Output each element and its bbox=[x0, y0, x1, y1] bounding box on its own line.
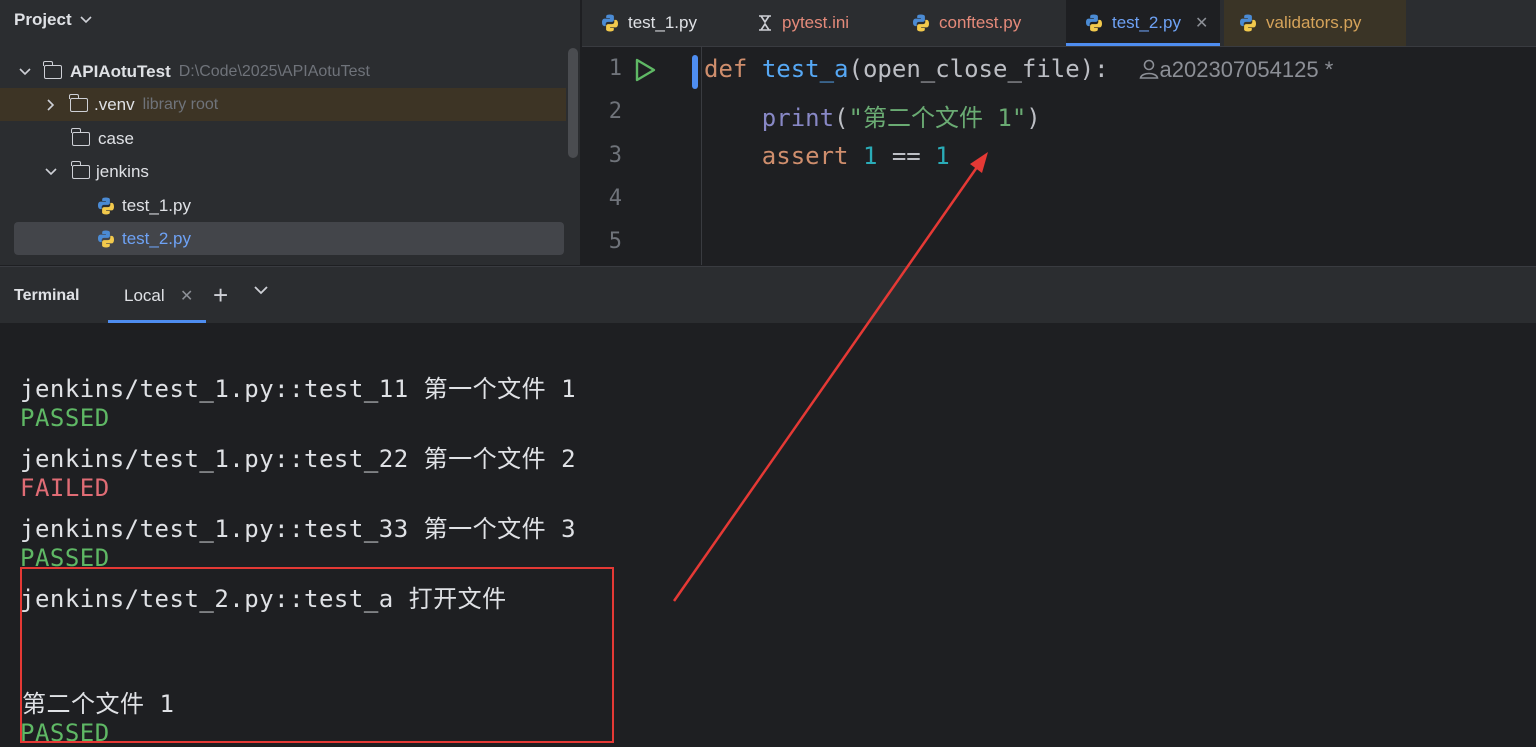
tree-item-path: D:\Code\2025\APIAotuTest bbox=[178, 62, 370, 80]
code-line-2[interactable]: print("第二个文件 1") bbox=[704, 98, 1041, 133]
chevron-right-icon[interactable] bbox=[44, 98, 58, 112]
chevron-down-icon bbox=[80, 16, 92, 24]
keyword: def bbox=[704, 55, 748, 83]
code-line-1[interactable]: def test_a(open_close_file): a2023070541… bbox=[704, 55, 1333, 83]
python-file-icon bbox=[1240, 14, 1256, 32]
code-editor[interactable]: 1 2 3 4 5 def test_a(open_close_file): a… bbox=[582, 47, 1536, 265]
tab-test-2[interactable]: test_2.py ✕ bbox=[1066, 0, 1220, 46]
python-file-icon bbox=[1086, 14, 1102, 32]
tab-label: test_1.py bbox=[628, 13, 697, 32]
string-literal: "第二个文件 1" bbox=[848, 104, 1027, 132]
gutter-divider bbox=[701, 47, 702, 265]
line-number: 4 bbox=[608, 186, 622, 211]
operator: == bbox=[891, 142, 921, 170]
terminal-tab-label: Local bbox=[124, 286, 165, 305]
folder-icon bbox=[69, 93, 88, 112]
chevron-down-icon[interactable] bbox=[18, 65, 32, 79]
editor-tab-bar: test_1.py pytest.ini conftest.py test_2.… bbox=[582, 0, 1536, 47]
highlight-box bbox=[20, 567, 614, 743]
add-terminal-icon[interactable]: + bbox=[213, 280, 228, 311]
tree-item-label: .venv bbox=[94, 94, 135, 114]
tree-item-hint: library root bbox=[142, 95, 219, 113]
terminal-line: jenkins/test_1.py::test_22 第一个文件 2 bbox=[20, 445, 577, 473]
tree-item-label: case bbox=[98, 128, 134, 148]
tree-item-jenkins[interactable]: jenkins bbox=[0, 155, 566, 188]
keyword: assert bbox=[761, 142, 849, 170]
builtin-print: print bbox=[761, 104, 835, 132]
terminal-line: jenkins/test_1.py::test_11 第一个文件 1 bbox=[20, 375, 577, 403]
tree-item-label: test_2.py bbox=[122, 228, 191, 248]
tree-item-label: jenkins bbox=[96, 161, 149, 181]
tab-label: test_2.py bbox=[1112, 13, 1181, 32]
function-params: (open_close_file): bbox=[848, 55, 1109, 83]
close-icon[interactable]: ✕ bbox=[1195, 13, 1208, 33]
tree-item-test-2[interactable]: test_2.py bbox=[14, 222, 564, 255]
project-panel: Project APIAotuTest D:\Code\2025\APIAotu… bbox=[0, 0, 580, 265]
paren: ) bbox=[1026, 104, 1041, 132]
line-number: 3 bbox=[608, 143, 622, 168]
tab-pytest-ini[interactable]: pytest.ini bbox=[756, 0, 849, 46]
project-header-label: Project bbox=[14, 10, 72, 29]
folder-icon bbox=[71, 127, 90, 146]
terminal-title: Terminal bbox=[14, 287, 80, 304]
code-author[interactable]: a202307054125 * bbox=[1160, 57, 1334, 82]
vcs-change-marker[interactable] bbox=[692, 55, 698, 89]
tree-item-case[interactable]: case bbox=[0, 122, 566, 155]
chevron-down-icon[interactable] bbox=[252, 281, 270, 299]
project-scrollbar[interactable] bbox=[568, 48, 578, 158]
terminal-line-failed: FAILED bbox=[20, 474, 110, 502]
tab-label: conftest.py bbox=[939, 13, 1022, 32]
tree-item-label: test_1.py bbox=[122, 195, 191, 215]
paren: ( bbox=[834, 104, 849, 132]
user-icon bbox=[1139, 59, 1158, 79]
run-icon[interactable] bbox=[632, 57, 658, 83]
tab-conftest[interactable]: conftest.py bbox=[911, 0, 1021, 46]
python-file-icon bbox=[913, 14, 929, 32]
line-number: 1 bbox=[608, 56, 622, 81]
terminal-line-passed: PASSED bbox=[20, 404, 110, 432]
code-line-3[interactable]: assert 1 == 1 bbox=[704, 142, 950, 170]
tab-label: pytest.ini bbox=[782, 13, 850, 32]
function-name: test_a bbox=[761, 55, 849, 83]
tree-item-apiaotutest[interactable]: APIAotuTest D:\Code\2025\APIAotuTest bbox=[0, 55, 566, 88]
tree-item-label: APIAotuTest bbox=[70, 61, 171, 81]
number-literal: 1 bbox=[862, 142, 878, 170]
close-icon[interactable]: ✕ bbox=[180, 286, 193, 306]
python-file-icon bbox=[98, 230, 114, 247]
terminal-line: jenkins/test_1.py::test_33 第一个文件 3 bbox=[20, 515, 577, 543]
terminal-header: Terminal Local ✕ + bbox=[0, 266, 1536, 323]
python-file-icon bbox=[98, 197, 114, 214]
line-number: 5 bbox=[608, 229, 622, 254]
project-header[interactable]: Project bbox=[14, 10, 92, 30]
chevron-down-icon[interactable] bbox=[44, 165, 58, 179]
tab-test-1[interactable]: test_1.py bbox=[600, 0, 697, 46]
tab-validators[interactable]: validators.py bbox=[1224, 0, 1406, 46]
ini-file-icon bbox=[759, 15, 771, 31]
number-literal: 1 bbox=[935, 142, 950, 170]
tree-item-venv[interactable]: .venv library root bbox=[0, 88, 566, 121]
python-file-icon bbox=[602, 14, 618, 32]
terminal-tab-local[interactable]: Local ✕ bbox=[108, 267, 206, 323]
folder-icon bbox=[43, 60, 62, 79]
folder-icon bbox=[71, 160, 90, 179]
tab-label: validators.py bbox=[1266, 13, 1362, 32]
line-number: 2 bbox=[608, 99, 622, 124]
tree-item-test-1[interactable]: test_1.py bbox=[0, 189, 566, 222]
